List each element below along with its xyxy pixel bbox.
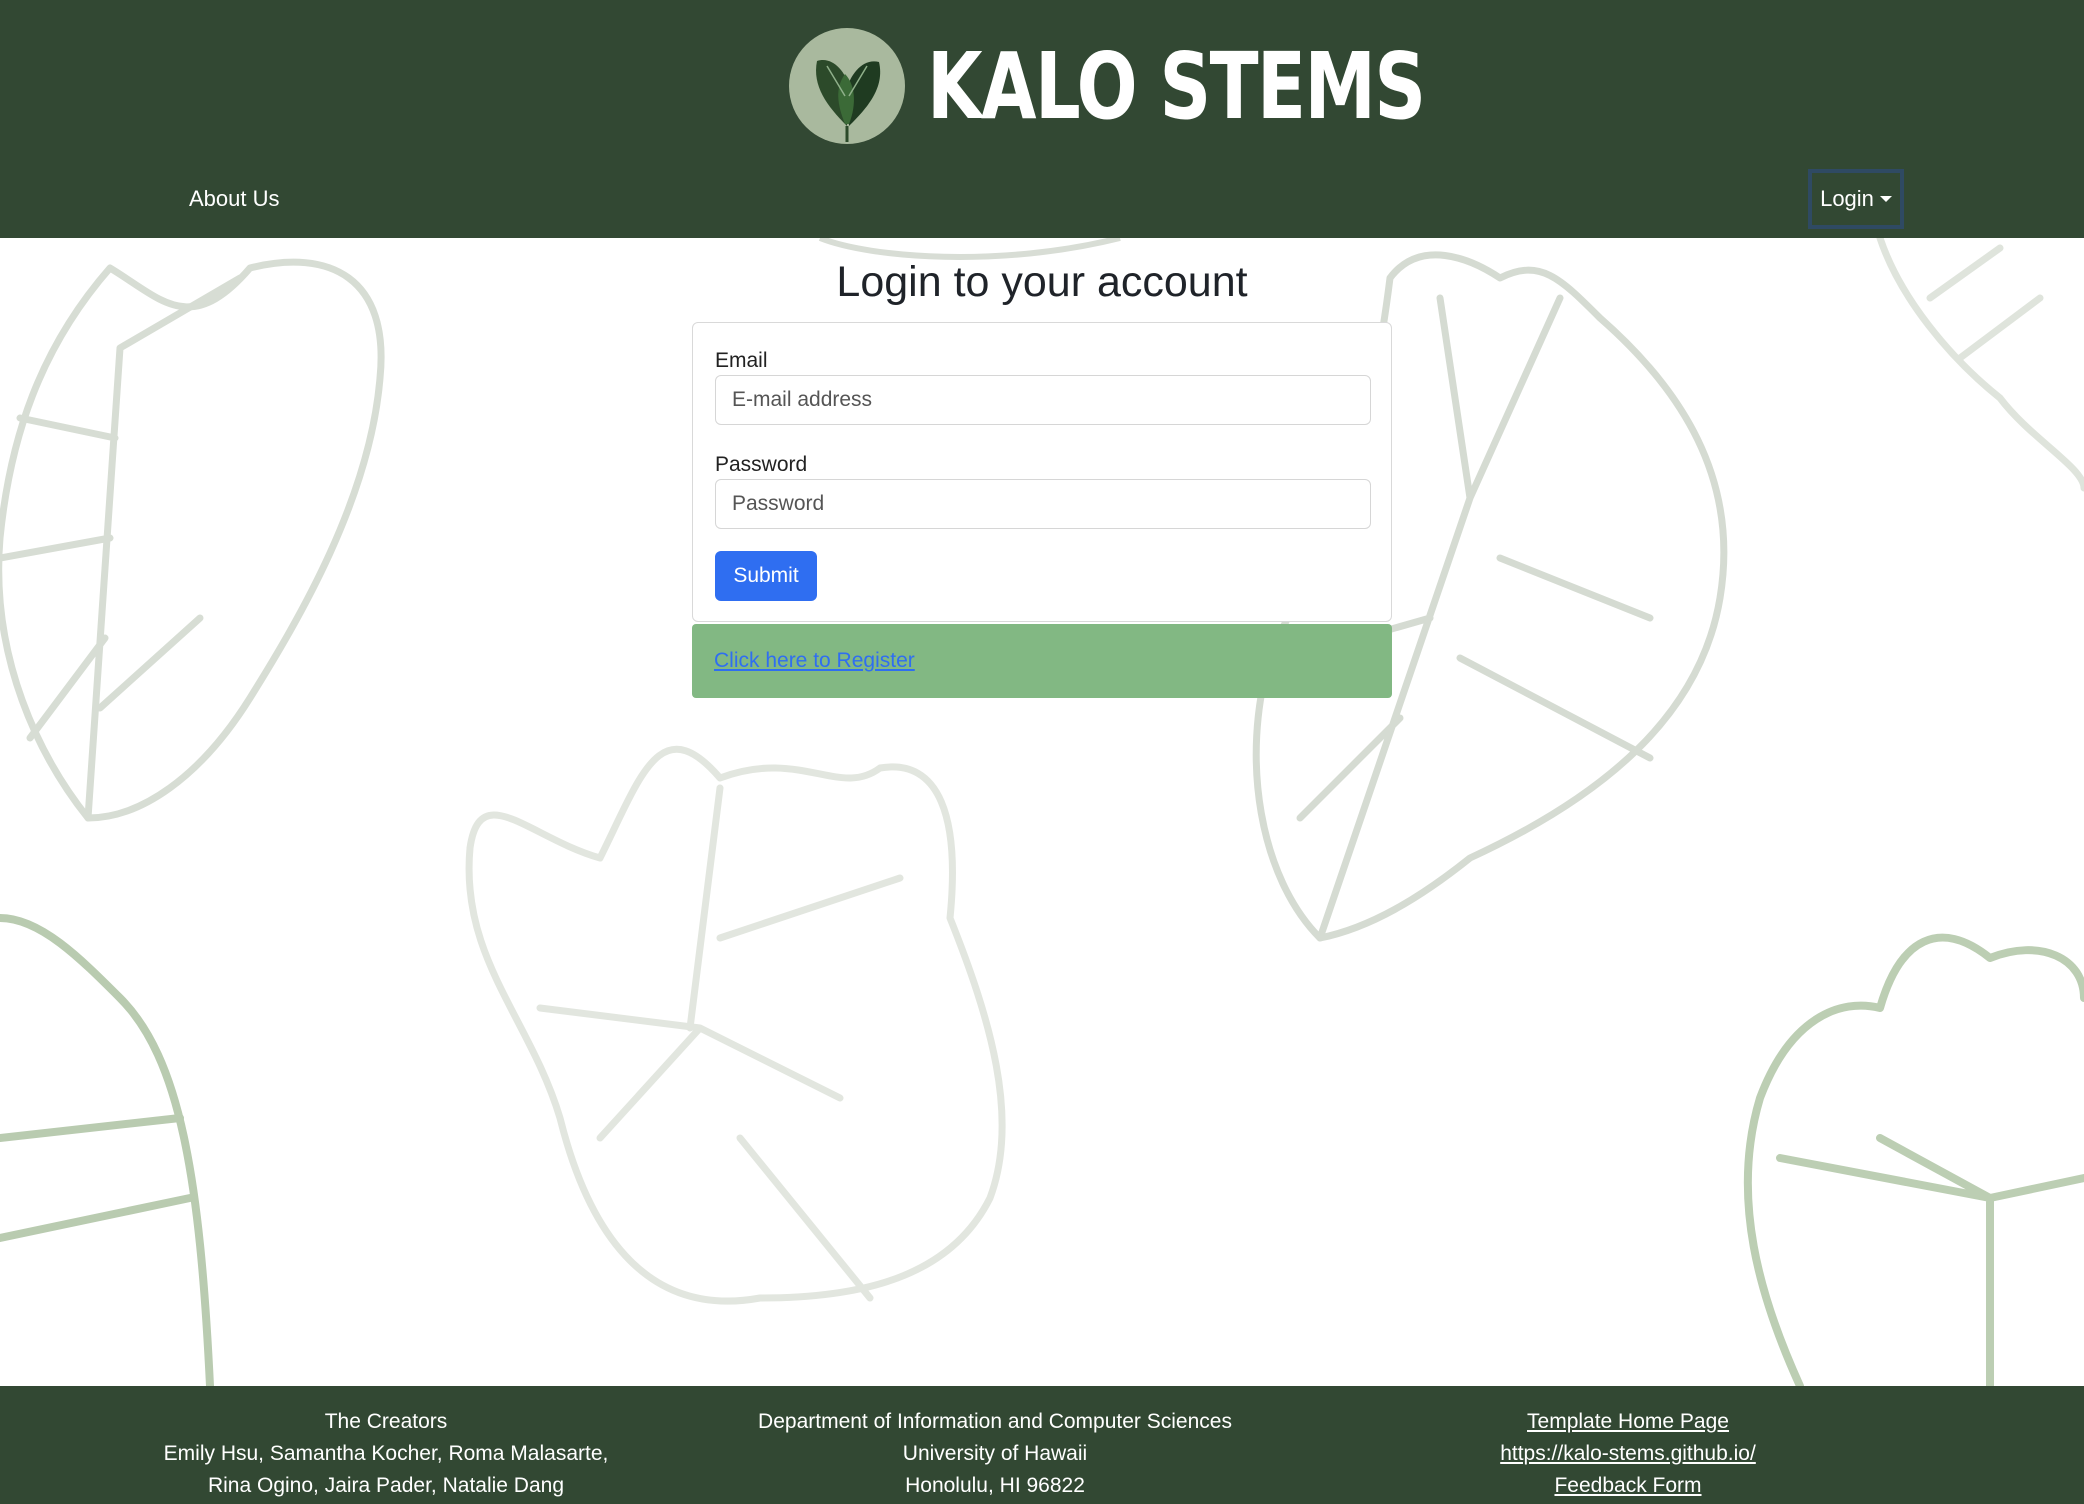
- address: Honolulu, HI 96822: [905, 1474, 1085, 1497]
- brand[interactable]: KALO STEMS: [787, 26, 1565, 146]
- password-label: Password: [715, 453, 808, 476]
- template-home-link[interactable]: Template Home Page: [1428, 1406, 1828, 1438]
- footer-links: Template Home Page https://kalo-stems.gi…: [1428, 1406, 1828, 1502]
- site-url-link[interactable]: https://kalo-stems.github.io/: [1428, 1438, 1828, 1470]
- email-label: Email: [715, 349, 768, 372]
- site-header: KALO STEMS About Us Login: [0, 0, 2084, 238]
- password-field[interactable]: [715, 479, 1371, 529]
- login-dropdown[interactable]: Login: [1808, 169, 1904, 229]
- creators-line-2: Rina Ogino, Jaira Pader, Natalie Dang: [207, 1474, 565, 1497]
- creators-line-1: Emily Hsu, Samantha Kocher, Roma Malasar…: [163, 1442, 609, 1465]
- login-form-card: Email Password Submit: [692, 322, 1392, 622]
- footer-department: Department of Information and Computer S…: [695, 1406, 1295, 1502]
- page-title: Login to your account: [836, 258, 1248, 306]
- register-message: Click here to Register: [692, 624, 1392, 698]
- taro-leaf-logo-icon: [789, 28, 905, 144]
- brand-title: KALO STEMS: [927, 32, 1426, 140]
- caret-down-icon: [1879, 196, 1892, 202]
- nav-about-us[interactable]: About Us: [189, 186, 280, 212]
- footer-creators: The Creators Emily Hsu, Samantha Kocher,…: [86, 1406, 686, 1502]
- site-footer: The Creators Emily Hsu, Samantha Kocher,…: [0, 1386, 2084, 1504]
- university-name: University of Hawaii: [902, 1442, 1088, 1465]
- feedback-form-link[interactable]: Feedback Form: [1428, 1470, 1828, 1502]
- submit-button[interactable]: Submit: [715, 551, 817, 601]
- login-label: Login: [1820, 186, 1874, 211]
- register-link[interactable]: Click here to Register: [714, 649, 915, 673]
- email-field[interactable]: [715, 375, 1371, 425]
- creators-title: The Creators: [324, 1410, 448, 1433]
- department-name: Department of Information and Computer S…: [758, 1410, 1232, 1433]
